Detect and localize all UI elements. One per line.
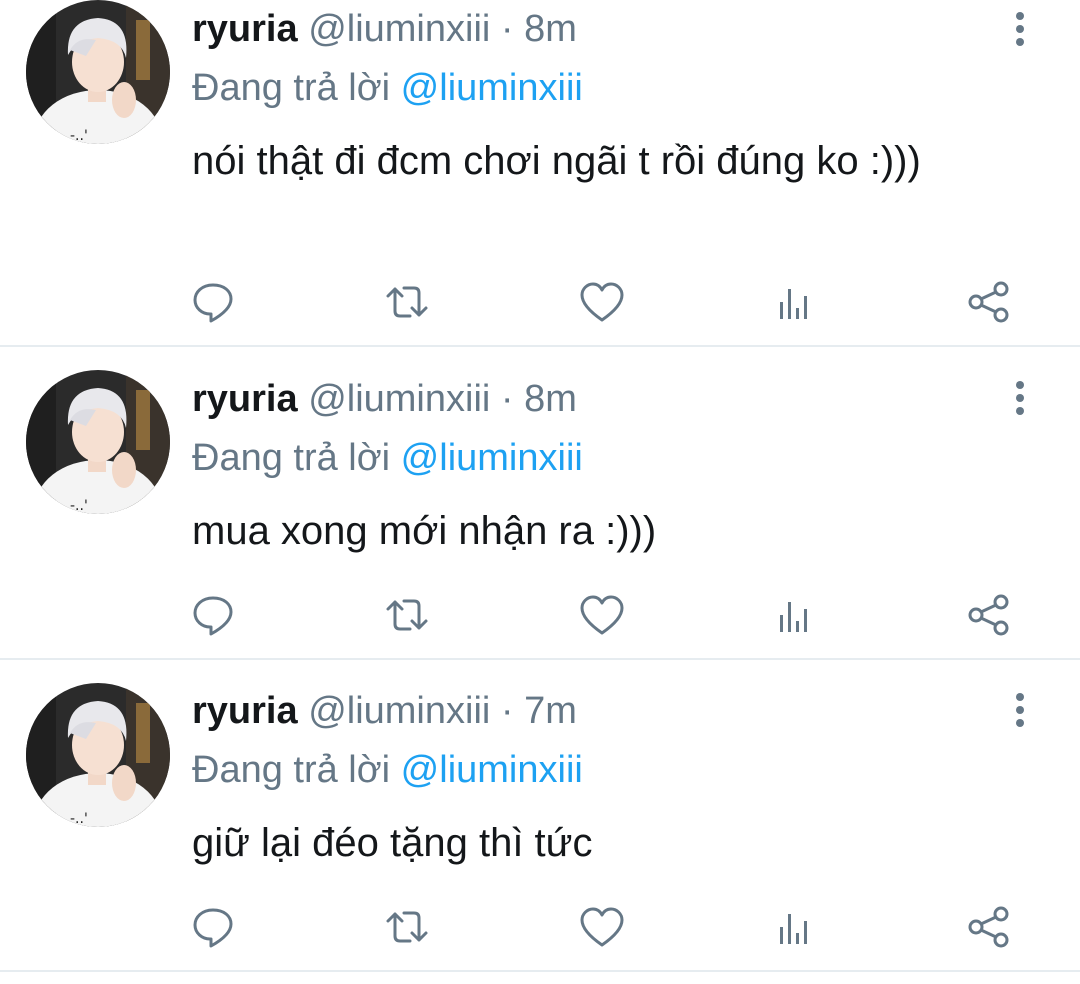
avatar-image: -..' [26, 370, 170, 514]
tweet-actions [0, 278, 1080, 326]
avatar[interactable]: -..' [26, 370, 170, 514]
reply-context: Đang trả lời @liuminxiii [192, 748, 583, 792]
reply-mention-link[interactable]: @liuminxiii [401, 67, 583, 109]
reply-prefix: Đang trả lời [192, 749, 391, 791]
tweet-text: giữ lại đéo tặng thì tức [192, 821, 593, 865]
display-name[interactable]: ryuria [192, 8, 298, 50]
analytics-icon[interactable] [771, 903, 819, 951]
share-icon[interactable] [965, 278, 1013, 326]
analytics-icon[interactable] [771, 278, 819, 326]
reply-prefix: Đang trả lời [192, 437, 391, 479]
avatar-image: -..' [26, 0, 170, 144]
tweet-divider [0, 970, 1080, 972]
like-icon[interactable] [578, 278, 626, 326]
timestamp[interactable]: 8m [524, 8, 577, 50]
retweet-icon[interactable] [383, 903, 431, 951]
tweet-header: ryuria @liuminxiii · 8m [192, 377, 577, 421]
tweet-actions [0, 591, 1080, 639]
avatar[interactable]: -..' [26, 683, 170, 827]
tweet-actions [0, 903, 1080, 951]
tweet[interactable]: -..' ryuria @liuminxiii · 8m Đang trả lờ… [0, 347, 1080, 660]
svg-text:-..': -..' [70, 498, 88, 514]
tweet-text: nói thật đi đcm chơi ngãi t rồi đúng ko … [192, 139, 921, 183]
separator-dot: · [500, 378, 514, 420]
timestamp[interactable]: 8m [524, 378, 577, 420]
tweet-header: ryuria @liuminxiii · 8m [192, 7, 577, 51]
retweet-icon[interactable] [383, 591, 431, 639]
separator-dot: · [500, 690, 514, 732]
share-icon[interactable] [965, 591, 1013, 639]
like-icon[interactable] [578, 591, 626, 639]
user-handle[interactable]: @liuminxiii [308, 378, 490, 420]
display-name[interactable]: ryuria [192, 690, 298, 732]
reply-icon[interactable] [189, 278, 237, 326]
like-icon[interactable] [578, 903, 626, 951]
separator-dot: · [500, 8, 514, 50]
reply-mention-link[interactable]: @liuminxiii [401, 437, 583, 479]
reply-prefix: Đang trả lời [192, 67, 391, 109]
share-icon[interactable] [965, 903, 1013, 951]
reply-mention-link[interactable]: @liuminxiii [401, 749, 583, 791]
avatar-image: -..' [26, 683, 170, 827]
reply-icon[interactable] [189, 591, 237, 639]
reply-context: Đang trả lời @liuminxiii [192, 436, 583, 480]
svg-text:-..': -..' [70, 128, 88, 144]
svg-text:-..': -..' [70, 811, 88, 827]
tweet[interactable]: -..' ryuria @liuminxiii · 7m Đang trả lờ… [0, 660, 1080, 971]
more-vertical-icon[interactable] [1004, 377, 1036, 421]
timestamp[interactable]: 7m [524, 690, 577, 732]
avatar[interactable]: -..' [26, 0, 170, 144]
tweet[interactable]: -..' ryuria @liuminxiii · 8m Đang trả lờ… [0, 0, 1080, 347]
reply-context: Đang trả lời @liuminxiii [192, 66, 583, 110]
user-handle[interactable]: @liuminxiii [308, 690, 490, 732]
reply-icon[interactable] [189, 903, 237, 951]
user-handle[interactable]: @liuminxiii [308, 8, 490, 50]
tweet-header: ryuria @liuminxiii · 7m [192, 689, 577, 733]
retweet-icon[interactable] [383, 278, 431, 326]
display-name[interactable]: ryuria [192, 378, 298, 420]
more-vertical-icon[interactable] [1004, 689, 1036, 733]
tweet-text: mua xong mới nhận ra :))) [192, 509, 657, 553]
more-vertical-icon[interactable] [1004, 8, 1036, 52]
analytics-icon[interactable] [771, 591, 819, 639]
